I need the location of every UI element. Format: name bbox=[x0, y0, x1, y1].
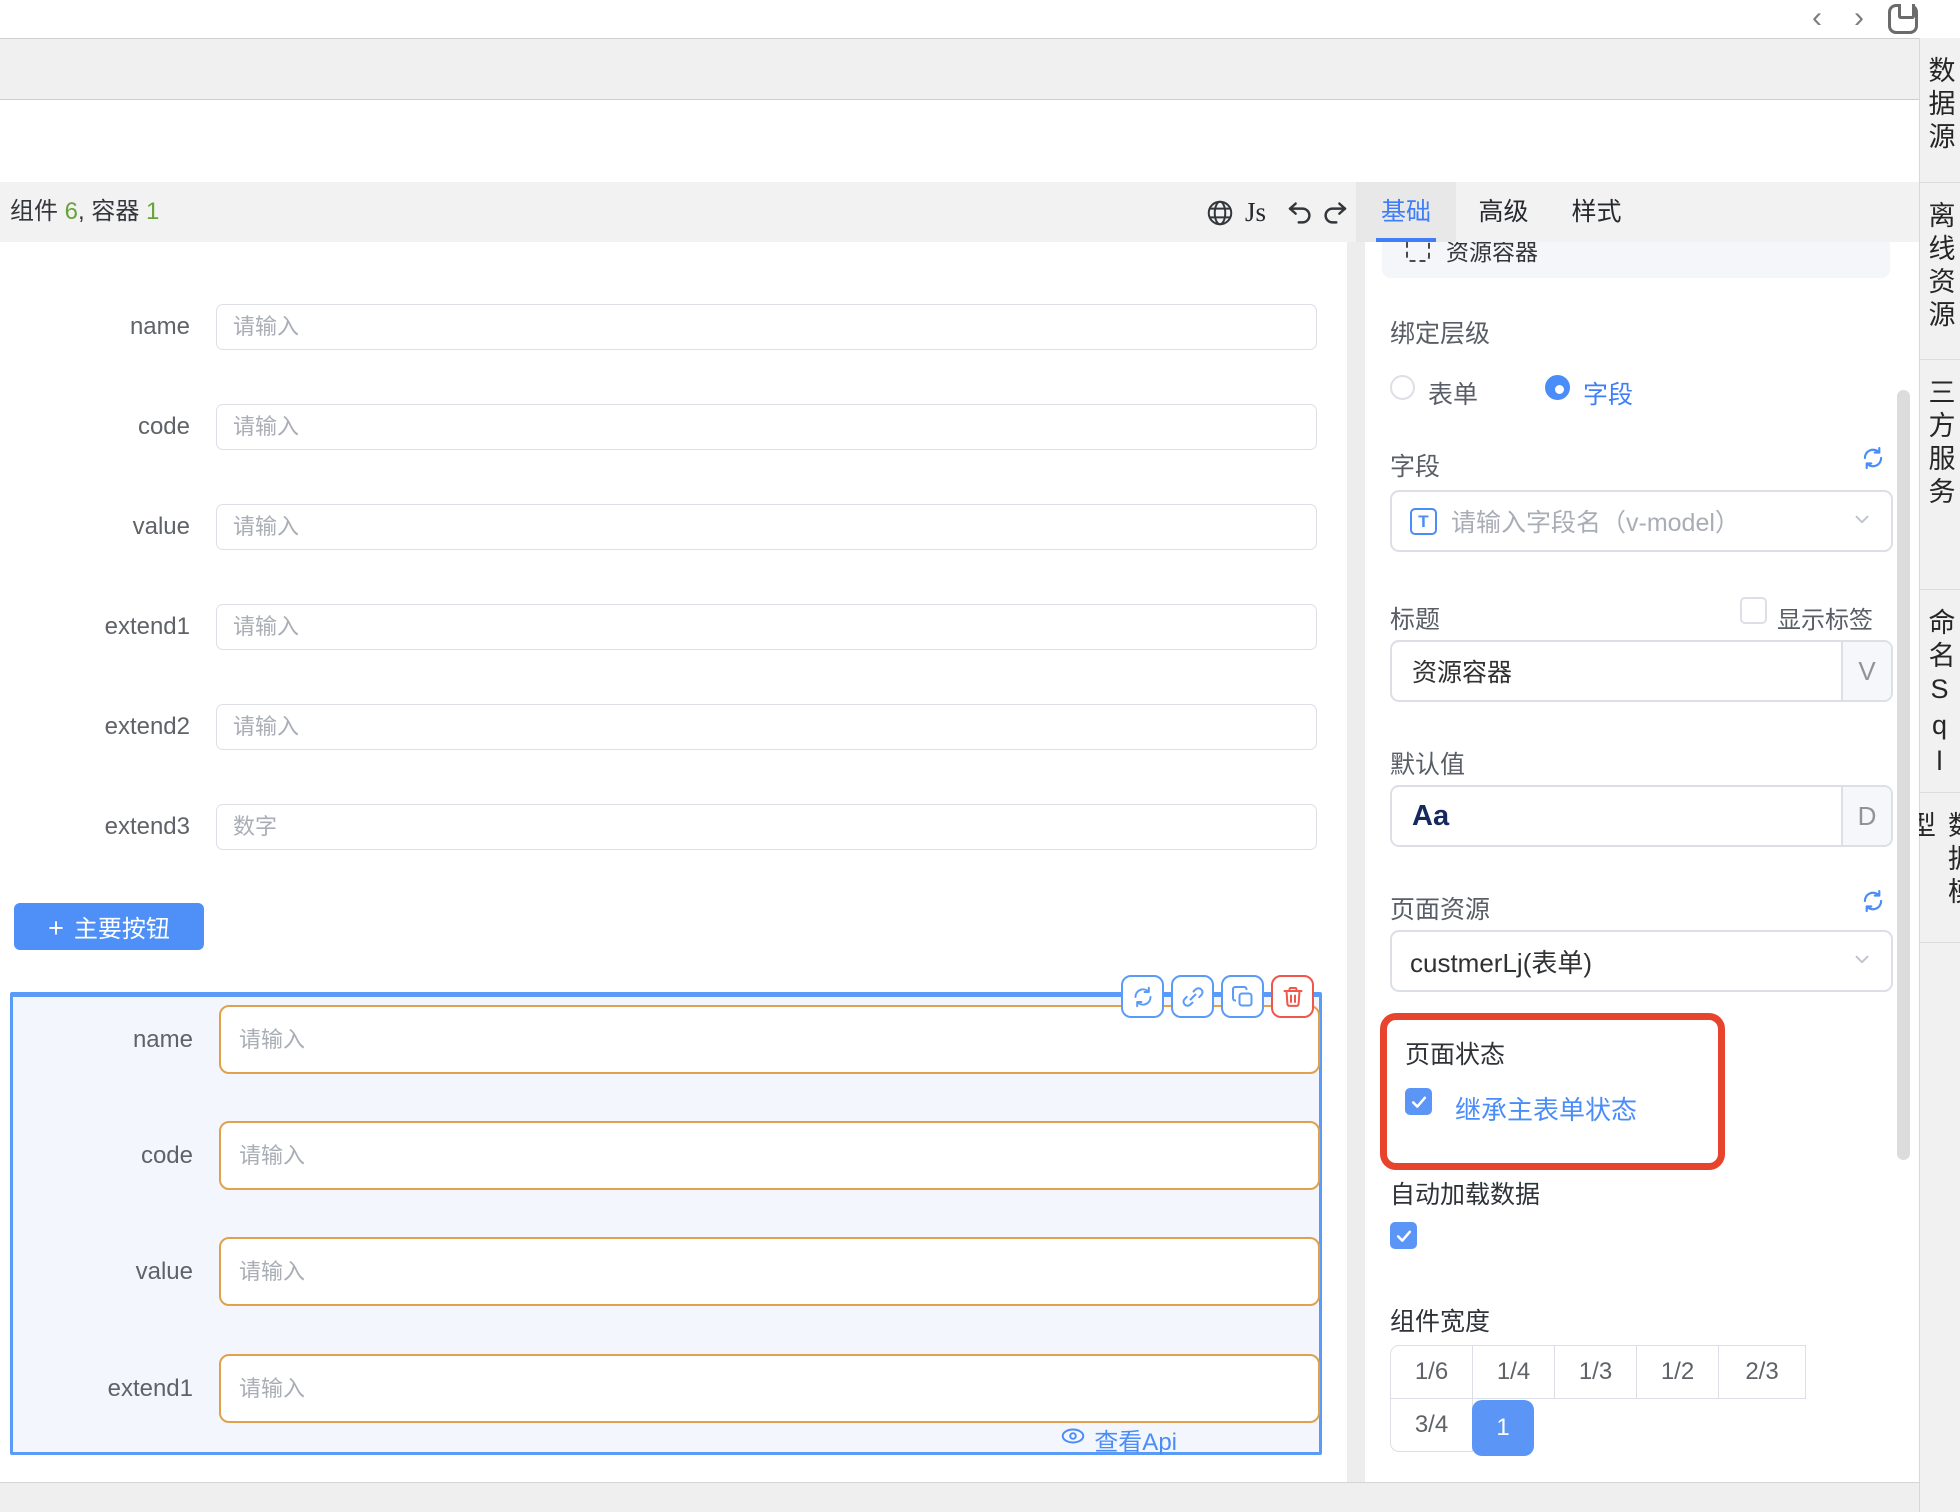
show-label-text[interactable]: 显示标签 bbox=[1777, 600, 1873, 635]
footer-strip bbox=[0, 1482, 1919, 1512]
page-state-label: 页面状态 bbox=[1405, 1035, 1505, 1071]
container-delete-button[interactable] bbox=[1271, 975, 1314, 1018]
field-label: extend3 bbox=[0, 804, 190, 850]
extend1-input[interactable] bbox=[216, 604, 1317, 650]
default-value-input[interactable] bbox=[1392, 787, 1841, 845]
undo-icon[interactable] bbox=[1285, 198, 1315, 228]
sidebar-item-offline-resource[interactable]: 离线资源 bbox=[1920, 183, 1960, 360]
chevron-down-icon bbox=[1851, 508, 1873, 535]
text-field-icon: T bbox=[1410, 508, 1437, 535]
auto-load-checkbox[interactable] bbox=[1390, 1222, 1417, 1249]
header-strip bbox=[0, 38, 1960, 100]
browser-topbar: ‹ › bbox=[0, 0, 1960, 38]
default-value-label: 默认值 bbox=[1390, 745, 1465, 781]
width-option-1-6[interactable]: 1/6 bbox=[1390, 1345, 1473, 1399]
app: ‹ › 低开表单 默认视图 + 编码模式 预览 表单设置 bbox=[0, 0, 1960, 1512]
save-icon[interactable] bbox=[1888, 4, 1918, 34]
plus-icon: + bbox=[48, 913, 64, 943]
radio-form[interactable] bbox=[1390, 375, 1415, 400]
component-width-label: 组件宽度 bbox=[1390, 1302, 1490, 1338]
globe-icon[interactable] bbox=[1205, 198, 1235, 228]
panel-tabbar: 基础 高级 样式 bbox=[1356, 182, 1919, 242]
radio-form-label[interactable]: 表单 bbox=[1428, 375, 1478, 411]
field-label: name bbox=[0, 304, 190, 350]
default-suffix-button[interactable]: D bbox=[1841, 787, 1891, 845]
extend3-input[interactable] bbox=[216, 804, 1317, 850]
show-label-checkbox[interactable] bbox=[1740, 597, 1767, 624]
container-count: 1 bbox=[146, 198, 159, 225]
view-api-link[interactable]: 查看Api bbox=[1060, 1425, 1177, 1453]
radio-field[interactable] bbox=[1545, 375, 1570, 400]
default-value-group: D bbox=[1390, 785, 1893, 847]
sidebar-item-third-party-service[interactable]: 三方服务 bbox=[1920, 360, 1960, 590]
view-tabbar: 低开表单 默认视图 + 编码模式 预览 表单设置 bbox=[0, 100, 1919, 182]
binding-level-label: 绑定层级 bbox=[1390, 314, 1490, 350]
container-link-button[interactable] bbox=[1171, 975, 1214, 1018]
title-input[interactable] bbox=[1392, 642, 1841, 700]
field-label: value bbox=[0, 504, 190, 550]
radio-field-label[interactable]: 字段 bbox=[1583, 375, 1633, 411]
form-canvas: name code value extend1 extend2 extend3 … bbox=[0, 242, 1347, 1482]
auto-load-label: 自动加载数据 bbox=[1390, 1175, 1540, 1211]
width-option-3-4[interactable]: 3/4 bbox=[1390, 1398, 1473, 1452]
title-suffix-button[interactable]: V bbox=[1841, 642, 1891, 700]
selected-resource-container[interactable]: name code value extend1 查看Api bbox=[10, 992, 1322, 1455]
sidebar-item-datasource[interactable]: 数据源 bbox=[1920, 38, 1960, 183]
container-extend1-input[interactable] bbox=[219, 1354, 1320, 1423]
sidebar-item-data-model[interactable]: 数据模型 bbox=[1920, 793, 1960, 943]
container-outline-icon bbox=[1406, 242, 1430, 262]
panel-scrollbar-thumb[interactable] bbox=[1897, 390, 1910, 1160]
panel-tab-style[interactable]: 样式 bbox=[1566, 182, 1627, 242]
back-arrow-icon[interactable]: ‹ bbox=[1800, 2, 1834, 36]
title-section-label: 标题 bbox=[1390, 600, 1440, 636]
page-resource-select[interactable]: custmerLj(表单) bbox=[1390, 930, 1893, 992]
canvas-scrollbar[interactable] bbox=[1347, 242, 1365, 1482]
field-section-label: 字段 bbox=[1390, 447, 1440, 483]
container-value-input[interactable] bbox=[219, 1237, 1320, 1306]
container-refresh-button[interactable] bbox=[1121, 975, 1164, 1018]
width-option-1-2[interactable]: 1/2 bbox=[1636, 1345, 1719, 1399]
field-refresh-icon[interactable] bbox=[1860, 445, 1886, 476]
primary-button[interactable]: +主要按钮 bbox=[14, 903, 204, 950]
width-option-2-3[interactable]: 2/3 bbox=[1718, 1345, 1806, 1399]
panel-tab-basic[interactable]: 基础 bbox=[1356, 182, 1456, 242]
extend2-input[interactable] bbox=[216, 704, 1317, 750]
field-label: extend2 bbox=[0, 704, 190, 750]
properties-panel: 资源容器 绑定层级 表单 字段 字段 T 请输入字段名（v-model） 标题 … bbox=[1365, 242, 1919, 1482]
field-select[interactable]: T 请输入字段名（v-model） bbox=[1390, 490, 1893, 552]
field-label: code bbox=[13, 1121, 193, 1190]
code-input[interactable] bbox=[216, 404, 1317, 450]
component-count-text: 组件 6, 容器 1 bbox=[10, 182, 159, 242]
field-label: code bbox=[0, 404, 190, 450]
container-copy-button[interactable] bbox=[1221, 975, 1264, 1018]
value-input[interactable] bbox=[216, 504, 1317, 550]
field-label: name bbox=[13, 1005, 193, 1074]
width-option-1-3[interactable]: 1/3 bbox=[1554, 1345, 1637, 1399]
panel-tab-advanced[interactable]: 高级 bbox=[1473, 182, 1534, 242]
field-label: extend1 bbox=[0, 604, 190, 650]
js-button[interactable]: Js bbox=[1245, 182, 1266, 242]
canvas-header: 组件 6, 容器 1 Js bbox=[0, 182, 1356, 242]
sidebar-item-named-sql[interactable]: 命名Sql bbox=[1920, 590, 1960, 793]
right-sidebar: 数据源 离线资源 三方服务 命名Sql 数据模型 bbox=[1919, 38, 1960, 1512]
component-item-resource-container[interactable]: 资源容器 bbox=[1382, 242, 1890, 278]
field-label: value bbox=[13, 1237, 193, 1306]
page-resource-refresh-icon[interactable] bbox=[1860, 888, 1886, 919]
width-option-1-4[interactable]: 1/4 bbox=[1472, 1345, 1555, 1399]
chevron-down-icon bbox=[1851, 948, 1873, 975]
field-label: extend1 bbox=[13, 1354, 193, 1423]
title-input-group: V bbox=[1390, 640, 1893, 702]
page-resource-label: 页面资源 bbox=[1390, 890, 1490, 926]
container-code-input[interactable] bbox=[219, 1121, 1320, 1190]
name-input[interactable] bbox=[216, 304, 1317, 350]
width-option-1-selected[interactable]: 1 bbox=[1472, 1400, 1534, 1456]
inherit-state-checkbox[interactable] bbox=[1405, 1088, 1432, 1115]
forward-arrow-icon[interactable]: › bbox=[1842, 2, 1876, 36]
component-count: 6 bbox=[65, 198, 78, 225]
redo-icon[interactable] bbox=[1320, 198, 1350, 228]
inherit-state-label[interactable]: 继承主表单状态 bbox=[1455, 1090, 1637, 1127]
eye-icon bbox=[1060, 1423, 1086, 1456]
